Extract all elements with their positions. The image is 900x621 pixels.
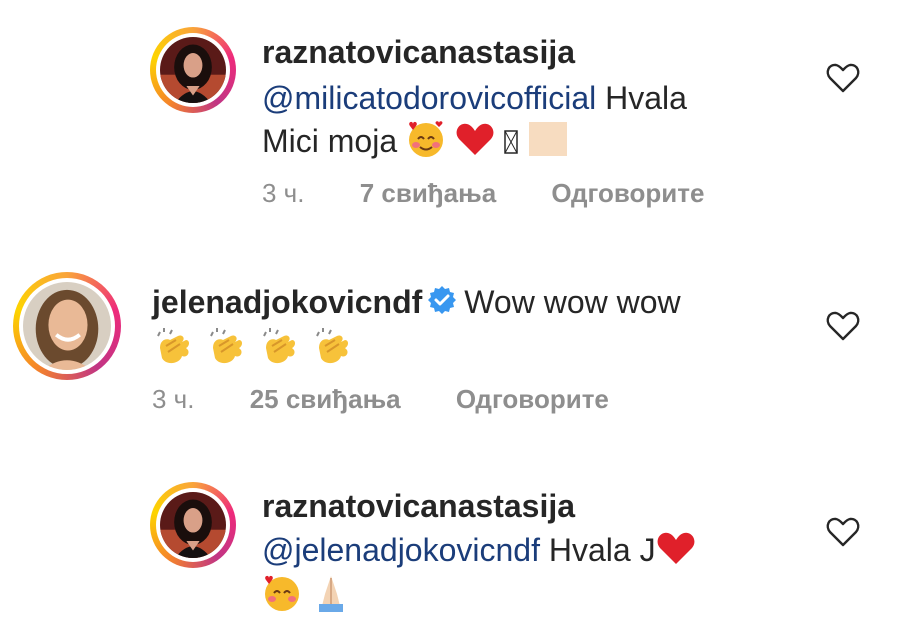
timestamp: 3 ч.	[152, 384, 195, 414]
comment-text: Hvala J	[539, 532, 656, 568]
comment-text-line-2: @jelenadjokovicndf Hvala J	[262, 530, 696, 575]
comment-text-line-2	[152, 326, 355, 377]
clapping-hands-emoji	[258, 326, 302, 377]
mention-link[interactable]: @jelenadjokovicndf	[262, 532, 540, 568]
comment-text-line-2: @milicatodorovicofficial Hvala	[262, 78, 687, 118]
comment-text-line-3	[262, 574, 351, 621]
skin-tone-swatch-icon	[527, 120, 569, 167]
heart-outline-icon[interactable]	[826, 62, 860, 94]
username-link[interactable]: raznatovicanastasija	[262, 34, 575, 70]
comment-text: Hvala	[596, 80, 687, 116]
comment-text-line-1: raznatovicanastasija	[262, 486, 575, 526]
red-heart-emoji	[656, 530, 696, 575]
comment-meta: 3 ч. 7 свиђања Одговорите	[262, 178, 704, 209]
clapping-hands-emoji	[152, 326, 196, 377]
mention-link[interactable]: @milicatodorovicofficial	[262, 80, 596, 116]
clapping-hands-emoji	[311, 326, 355, 377]
username-link[interactable]: raznatovicanastasija	[262, 488, 575, 524]
avatar-jelenadjokovicndf[interactable]	[13, 272, 121, 380]
smiling-face-hearts-emoji	[262, 574, 302, 621]
folded-hands-emoji	[311, 574, 351, 621]
comment-2: jelenadjokovicndf Wow wow wow 3 ч. 25 св…	[0, 230, 900, 450]
avatar-photo	[160, 37, 226, 103]
comment-text: Wow wow wow	[464, 284, 681, 320]
username-link[interactable]: jelenadjokovicndf	[152, 284, 422, 320]
comment-meta: 3 ч. 25 свиђања Одговорите	[152, 384, 609, 415]
timestamp: 3 ч.	[262, 178, 305, 208]
comment-text-line-3: Mici moja	[262, 120, 569, 167]
heart-outline-icon[interactable]	[826, 310, 860, 342]
comment-text: Mici moja	[262, 122, 398, 159]
likes-count[interactable]: 25 свиђања	[250, 384, 401, 414]
unsupported-glyph-icon	[504, 124, 518, 164]
verified-badge-icon	[426, 284, 458, 325]
avatar-raznatovicanastasija[interactable]	[150, 27, 236, 113]
comment-1: raznatovicanastasija @milicatodorovicoff…	[0, 0, 900, 230]
avatar-raznatovicanastasija[interactable]	[150, 482, 236, 568]
comment-3: raznatovicanastasija @jelenadjokovicndf …	[0, 450, 900, 612]
avatar-photo	[23, 282, 111, 370]
reply-button[interactable]: Одговорите	[551, 178, 704, 208]
smiling-face-hearts-emoji	[406, 120, 446, 167]
likes-count[interactable]: 7 свиђања	[360, 178, 496, 208]
comment-text-line-1: raznatovicanastasija	[262, 32, 575, 72]
red-heart-emoji	[455, 121, 495, 166]
avatar-photo	[160, 492, 226, 558]
reply-button[interactable]: Одговорите	[456, 384, 609, 414]
clapping-hands-emoji	[205, 326, 249, 377]
comment-text-line-1: jelenadjokovicndf Wow wow wow	[152, 282, 681, 325]
heart-outline-icon[interactable]	[826, 516, 860, 548]
